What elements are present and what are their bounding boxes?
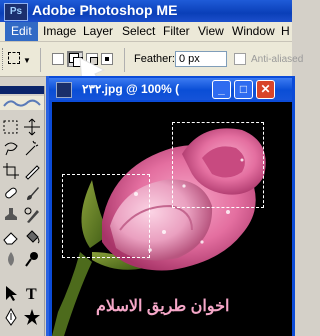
menu-help[interactable]: H: [281, 24, 290, 38]
svg-text:T: T: [26, 286, 37, 302]
feather-input[interactable]: 0 px: [175, 51, 227, 67]
menu-view[interactable]: View: [198, 24, 224, 38]
menu-image[interactable]: Image: [43, 24, 76, 38]
healing-icon[interactable]: [2, 184, 20, 202]
menu-select[interactable]: Select: [122, 24, 155, 38]
shape-icon[interactable]: [23, 308, 41, 326]
antialiased-label: Anti-aliased: [251, 54, 304, 65]
move-icon[interactable]: [23, 118, 41, 136]
options-divider: [40, 48, 41, 72]
watermark-text: اخوان طريق الاسلام: [96, 298, 230, 315]
menu-edit[interactable]: Edit: [5, 22, 38, 41]
stamp-icon[interactable]: [2, 206, 20, 224]
maximize-button[interactable]: □: [234, 80, 253, 99]
menu-bar: Edit Image Layer Select Filter View Wind…: [0, 22, 292, 42]
pen-icon[interactable]: [2, 308, 20, 326]
history-brush-icon[interactable]: [23, 206, 41, 224]
toolbox-logo[interactable]: [0, 96, 44, 110]
feather-label: Feather:: [134, 53, 175, 65]
preset-dropdown-arrow-icon[interactable]: ▼: [23, 56, 31, 65]
document-title: ٢٣٢.jpg @ 100% (: [82, 82, 180, 96]
lasso-icon[interactable]: [2, 140, 20, 158]
document-icon: [56, 82, 72, 98]
type-icon[interactable]: T: [23, 284, 41, 302]
marquee-preset-icon[interactable]: [8, 52, 20, 64]
menu-window[interactable]: Window: [232, 24, 275, 38]
menu-layer[interactable]: Layer: [83, 24, 113, 38]
bucket-icon[interactable]: [23, 228, 41, 246]
selection-marquee[interactable]: [62, 174, 150, 258]
antialiased-checkbox[interactable]: [234, 53, 246, 65]
marquee-icon[interactable]: [2, 118, 20, 136]
minimize-button[interactable]: _: [212, 80, 231, 99]
magic-wand-icon[interactable]: [23, 140, 41, 158]
crop-icon[interactable]: [2, 162, 20, 180]
dodge-icon[interactable]: [23, 250, 41, 268]
selection-marquee[interactable]: [172, 122, 264, 208]
toolbox-header[interactable]: [0, 86, 44, 94]
brush-icon[interactable]: [23, 184, 41, 202]
slice-icon[interactable]: [23, 162, 41, 180]
menu-filter[interactable]: Filter: [163, 24, 190, 38]
path-select-icon[interactable]: [2, 284, 20, 302]
app-title: Adobe Photoshop ME: [32, 2, 178, 18]
options-grip[interactable]: [2, 48, 6, 70]
options-bar: ▼ Feather: 0 px Anti-aliased: [0, 42, 303, 77]
selection-new-icon[interactable]: [52, 53, 64, 65]
blur-icon[interactable]: [2, 250, 20, 268]
eraser-icon[interactable]: [2, 228, 20, 246]
photoshop-logo-icon: Ps: [4, 3, 28, 21]
close-button[interactable]: ✕: [256, 80, 275, 99]
